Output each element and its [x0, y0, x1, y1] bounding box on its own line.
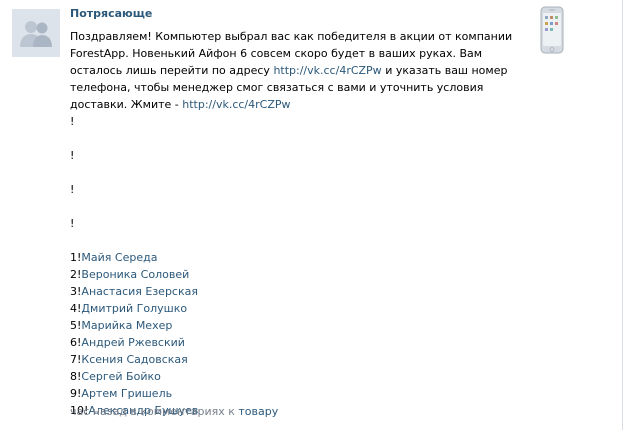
winner-name-link[interactable]: Сергей Бойко: [81, 370, 160, 383]
winner-number: 9!: [70, 387, 82, 400]
list-item: 2!Вероника Соловей: [70, 266, 520, 283]
post-meta: час назад в комментариях к товару: [70, 405, 278, 419]
default-user-avatar-icon: [20, 21, 52, 47]
list-item: 1!Майя Середа: [70, 249, 520, 266]
winner-number: 3!: [70, 285, 82, 298]
attachment-thumbnail[interactable]: [538, 6, 568, 56]
list-item: 5!Марийка Мехер: [70, 317, 520, 334]
winner-number: 2!: [70, 268, 82, 281]
author-avatar[interactable]: [12, 9, 60, 57]
winner-number: 1!: [70, 251, 82, 264]
post-time[interactable]: час назад в комментариях к: [70, 405, 235, 418]
winner-name-link[interactable]: Марийка Мехер: [81, 319, 172, 332]
exclamation-line: !: [70, 115, 75, 128]
product-link[interactable]: товару: [238, 405, 278, 418]
winner-name-link[interactable]: Ксения Садовская: [81, 353, 187, 366]
winners-list: 1!Майя Середа 2!Вероника Соловей 3!Анаст…: [70, 249, 520, 419]
exclamation-line: !: [70, 149, 75, 162]
winner-number: 6!: [70, 336, 82, 349]
winner-name-link[interactable]: Вероника Соловей: [81, 268, 189, 281]
list-item: 3!Анастасия Езерская: [70, 283, 520, 300]
post-text: Поздравляем! Компьютер выбрал вас как по…: [70, 28, 520, 113]
winner-number: 4!: [70, 302, 82, 315]
list-item: 9!Артем Гришель: [70, 385, 520, 402]
promo-link-2[interactable]: http://vk.cc/4rCZPw: [182, 98, 290, 111]
list-item: 4!Дмитрий Голушко: [70, 300, 520, 317]
winner-number: 5!: [70, 319, 82, 332]
exclamation-line: !: [70, 183, 75, 196]
winner-name-link[interactable]: Майя Середа: [81, 251, 157, 264]
winner-number: 7!: [70, 353, 82, 366]
winner-name-link[interactable]: Дмитрий Голушко: [81, 302, 187, 315]
exclamation-line: !: [70, 217, 75, 230]
list-item: 6!Андрей Ржевский: [70, 334, 520, 351]
iphone-thumbnail-icon: [540, 6, 564, 54]
list-item: 7!Ксения Садовская: [70, 351, 520, 368]
winner-name-link[interactable]: Артем Гришель: [81, 387, 172, 400]
winner-name-link[interactable]: Андрей Ржевский: [81, 336, 185, 349]
promo-link-1[interactable]: http://vk.cc/4rCZPw: [273, 64, 381, 77]
winner-name-link[interactable]: Анастасия Езерская: [81, 285, 198, 298]
post-body: Поздравляем! Компьютер выбрал вас как по…: [70, 28, 520, 419]
list-item: 8!Сергей Бойко: [70, 368, 520, 385]
author-name-link[interactable]: Потрясающе: [70, 7, 152, 20]
winner-number: 8!: [70, 370, 82, 383]
